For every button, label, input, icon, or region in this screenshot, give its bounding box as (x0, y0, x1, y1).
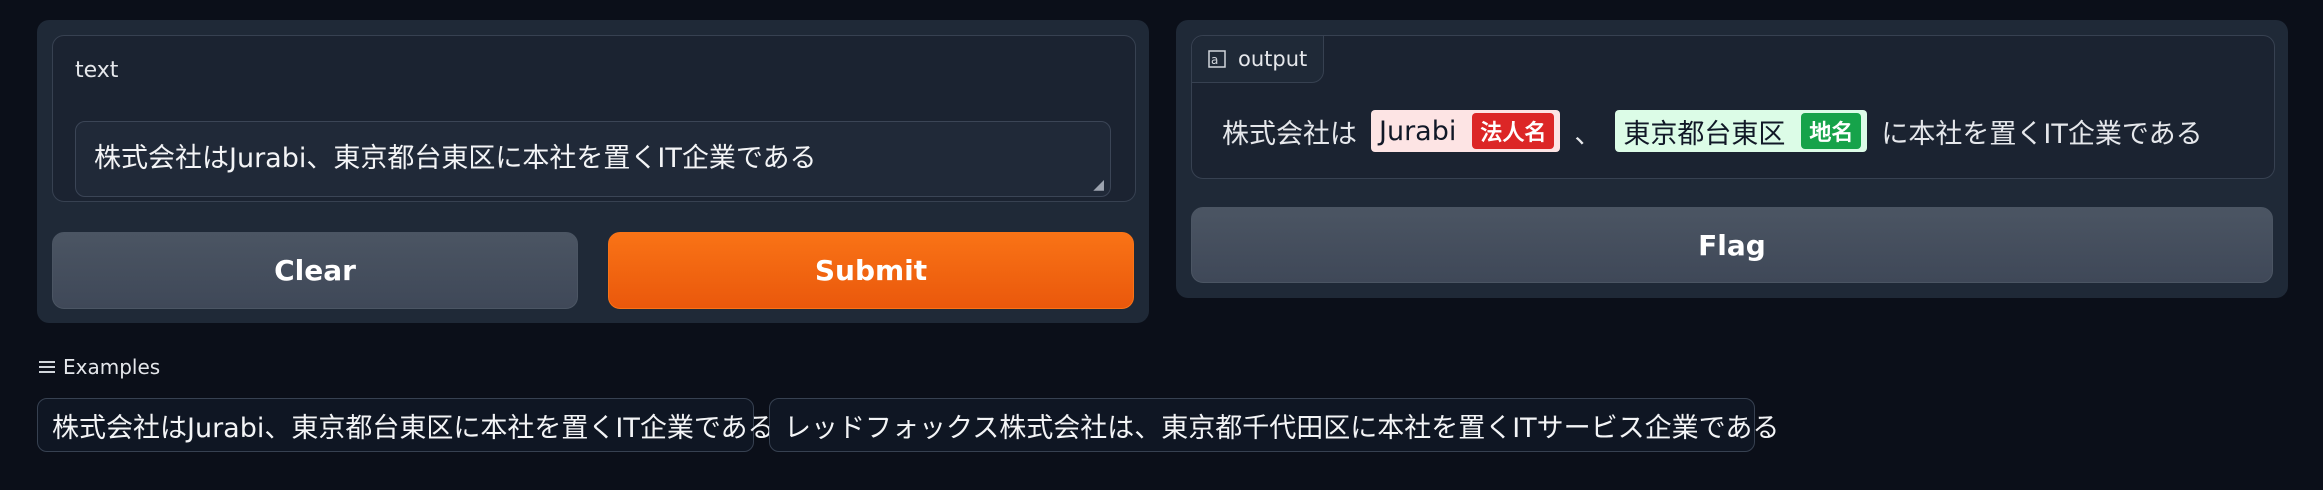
entity-label-badge: 地名 (1801, 113, 1862, 149)
entity-text: Jurabi (1379, 115, 1457, 147)
output-label-tag: a output (1192, 36, 1325, 83)
entity-label-badge: 法人名 (1472, 113, 1555, 149)
text-input[interactable]: 株式会社はJurabi、東京都台東区に本社を置くIT企業である ◢ (75, 121, 1111, 197)
highlighted-text: 株式会社は Jurabi 法人名 、 東京都台東区 地名 に本社を置くIT企業で… (1222, 109, 2217, 153)
output-panel: a output 株式会社は Jurabi 法人名 、 東京都台東区 地名 に本… (1176, 20, 2288, 298)
examples-label: Examples (63, 355, 161, 379)
output-text-segment: 、 (1574, 118, 1602, 150)
input-panel: text 株式会社はJurabi、東京都台東区に本社を置くIT企業である ◢ C… (37, 20, 1149, 323)
flag-button[interactable]: Flag (1191, 207, 2273, 283)
submit-button[interactable]: Submit (608, 232, 1134, 309)
output-block: a output 株式会社は Jurabi 法人名 、 東京都台東区 地名 に本… (1191, 35, 2275, 179)
examples-header: Examples (39, 355, 160, 379)
example-item[interactable]: レッドフォックス株式会社は、東京都千代田区に本社を置くITサービス企業である (769, 398, 1779, 452)
clear-button[interactable]: Clear (52, 232, 578, 309)
entity-organization: Jurabi 法人名 (1371, 110, 1561, 152)
entity-text: 東京都台東区 (1623, 118, 1786, 150)
output-label: output (1238, 47, 1308, 71)
text-input-label: text (75, 58, 119, 83)
resize-handle-icon[interactable]: ◢ (1093, 178, 1104, 192)
output-text-segment: に本社を置くIT企業である (1881, 118, 2203, 150)
output-text-segment: 株式会社は (1222, 118, 1357, 150)
entity-location: 東京都台東区 地名 (1615, 110, 1868, 152)
example-item[interactable]: 株式会社はJurabi、東京都台東区に本社を置くIT企業である (37, 398, 775, 452)
text-input-block: text 株式会社はJurabi、東京都台東区に本社を置くIT企業である ◢ (52, 35, 1136, 202)
highlight-icon: a (1208, 50, 1226, 68)
svg-text:a: a (1211, 53, 1218, 67)
text-input-value: 株式会社はJurabi、東京都台東区に本社を置くIT企業である (94, 143, 817, 174)
list-icon (39, 360, 55, 374)
